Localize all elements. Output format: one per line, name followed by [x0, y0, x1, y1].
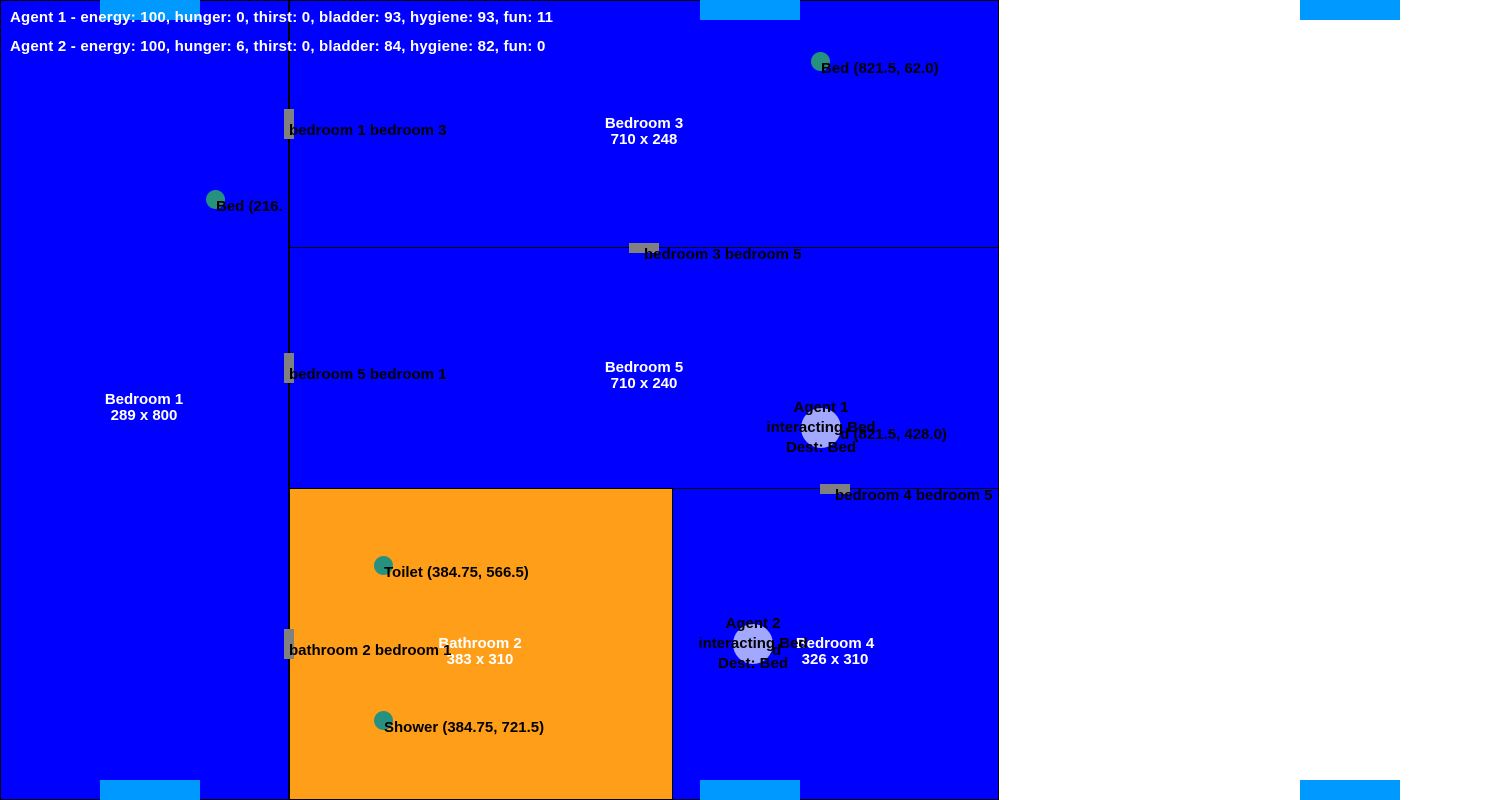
room-name: Bedroom 1 — [104, 391, 184, 408]
agent-1-status: Agent 1 - energy: 100, hunger: 0, thirst… — [10, 9, 554, 26]
agent-state: interacting Bed — [698, 635, 808, 652]
door-label: bathroom 2 bedroom 1 — [289, 642, 452, 659]
bed-label: Bed (821.5, 62.0) — [821, 60, 939, 77]
agent-2-info: Agent 2 interacting Bed Dest: Bed — [698, 614, 807, 674]
agent-2-status: Agent 2 - energy: 100, hunger: 6, thirst… — [10, 38, 546, 55]
shower-label: Shower (384.75, 721.5) — [384, 719, 545, 736]
window — [1300, 0, 1400, 20]
agent-name: Agent 1 — [793, 399, 849, 416]
agent-destination: Dest: Bed — [717, 655, 788, 672]
room-size: 710 x 248 — [610, 131, 678, 148]
room-label-bedroom-5: Bedroom 5 710 x 240 — [605, 360, 683, 392]
window — [700, 780, 800, 800]
house-map: Bedroom 1 289 x 800 Bedroom 3 710 x 248 … — [0, 0, 1500, 800]
agent-name: Agent 2 — [725, 615, 781, 632]
window — [100, 780, 200, 800]
door-label: bedroom 5 bedroom 1 — [289, 366, 447, 383]
room-name: Bedroom 5 — [604, 359, 684, 376]
room-size: 710 x 240 — [610, 375, 678, 392]
room-label-bedroom-3: Bedroom 3 710 x 248 — [605, 116, 683, 148]
room-label-bedroom-1: Bedroom 1 289 x 800 — [105, 392, 183, 424]
bed-label: Bed (216. — [216, 198, 283, 215]
door-label: bedroom 4 bedroom 5 — [835, 487, 993, 504]
door-label: bedroom 3 bedroom 5 — [644, 246, 802, 263]
room-size: 289 x 800 — [110, 407, 178, 424]
agent-1-info: Agent 1 interacting Bed Dest: Bed — [766, 398, 875, 458]
window — [1300, 780, 1400, 800]
agent-destination: Dest: Bed — [785, 439, 856, 456]
door-label: bedroom 1 bedroom 3 — [289, 122, 447, 139]
window — [700, 0, 800, 20]
agent-state: interacting Bed — [766, 419, 876, 436]
room-name: Bedroom 3 — [604, 115, 684, 132]
toilet-label: Toilet (384.75, 566.5) — [384, 564, 529, 581]
